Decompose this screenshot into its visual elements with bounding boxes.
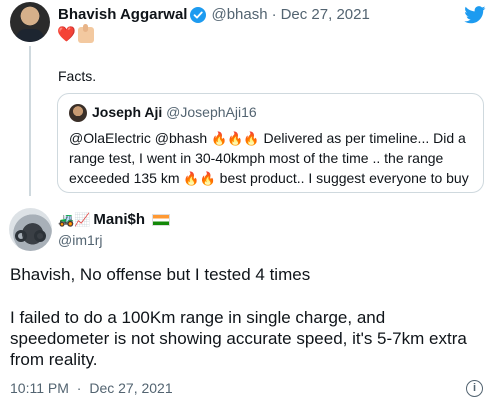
quoted-tweet-card[interactable]: Joseph Aji @JosephAji16 @OlaElectric @bh… xyxy=(57,93,484,193)
author-handle[interactable]: @bhash xyxy=(211,6,267,23)
info-icon[interactable]: i xyxy=(466,380,483,397)
tractor-chart-emoji: 🚜📈 xyxy=(58,211,91,227)
reply-author-name[interactable]: Mani$h xyxy=(93,211,145,228)
bio-emoji-row: ❤️ xyxy=(57,24,94,43)
fire-emoji-group-2: 🔥🔥 xyxy=(183,171,216,186)
author-avatar-manish[interactable] xyxy=(9,208,52,251)
quoted-tweet-text: @OlaElectric @bhash 🔥🔥🔥 Delivered as per… xyxy=(69,128,479,188)
thread-connector-line xyxy=(29,46,31,196)
main-tweet-text: Facts. xyxy=(58,68,97,84)
reply-paragraph-2: I failed to do a 100Km range in single c… xyxy=(10,308,467,369)
reply-time[interactable]: 10:11 PM xyxy=(10,380,69,396)
thumbs-up-emoji xyxy=(77,24,94,43)
india-flag-icon xyxy=(152,213,171,226)
reply-separator-dot: · xyxy=(76,380,82,396)
verified-badge-icon xyxy=(190,6,207,23)
quoted-author-handle[interactable]: @JosephAji16 xyxy=(166,104,257,120)
author-avatar-bhavish[interactable] xyxy=(10,2,50,42)
reply-paragraph-1: Bhavish, No offense but I tested 4 times xyxy=(10,265,311,284)
quoted-author-avatar[interactable] xyxy=(69,104,87,122)
fire-emoji-group-1: 🔥🔥🔥 xyxy=(211,131,260,146)
red-heart-emoji: ❤️ xyxy=(57,26,76,43)
quoted-text-part1: @OlaElectric @bhash xyxy=(69,130,212,146)
main-tweet-header: Bhavish Aggarwal @bhash · Dec 27, 2021 xyxy=(58,6,370,23)
reply-author-handle[interactable]: @im1rj xyxy=(58,232,103,248)
reply-author-name-row: 🚜📈 Mani$h xyxy=(58,211,171,228)
tweet-date[interactable]: Dec 27, 2021 xyxy=(281,6,370,23)
separator-dot: · xyxy=(271,6,277,23)
quoted-tweet-header: Joseph Aji @JosephAji16 xyxy=(92,104,257,120)
quoted-text-part3: best product.. I suggest everyone to buy xyxy=(215,170,469,186)
quoted-author-name[interactable]: Joseph Aji xyxy=(92,104,162,120)
reply-timestamp[interactable]: 10:11 PM · Dec 27, 2021 xyxy=(10,380,173,396)
reply-date[interactable]: Dec 27, 2021 xyxy=(89,380,172,396)
twitter-logo-icon[interactable] xyxy=(464,6,486,24)
author-name[interactable]: Bhavish Aggarwal xyxy=(58,6,187,23)
